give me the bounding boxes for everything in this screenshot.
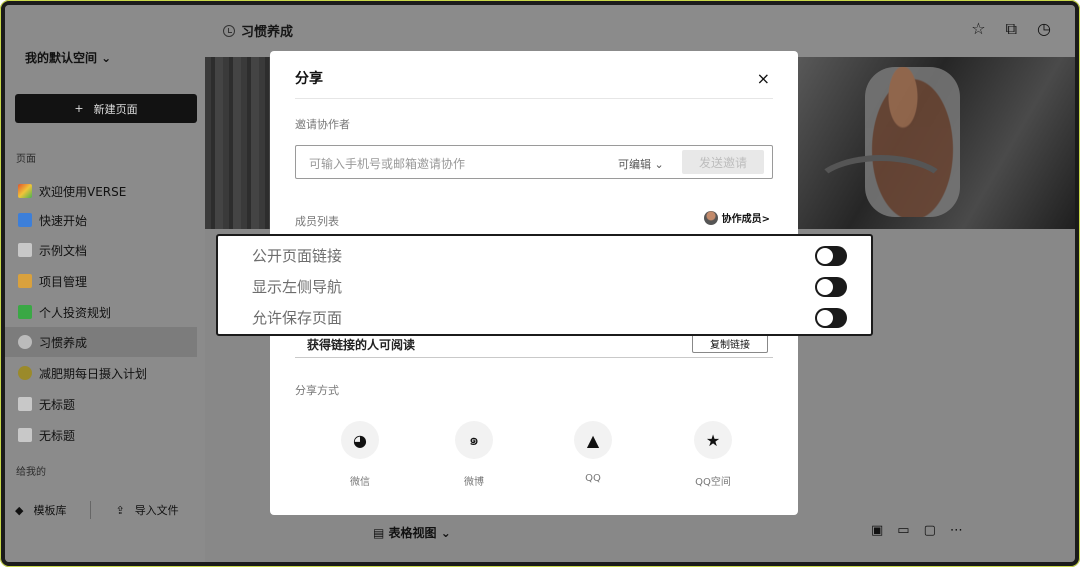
qzone-star-icon: ★: [694, 421, 732, 459]
fast-forward-icon: [18, 213, 32, 227]
table-view-selector[interactable]: ▤ 表格视图 ⌄: [373, 524, 451, 541]
document-icon: [18, 428, 32, 442]
sidebar-item-label: 快速开始: [39, 213, 88, 228]
qq-icon: ▲: [574, 421, 612, 459]
allow-save-toggle[interactable]: [815, 308, 847, 328]
show-nav-toggle[interactable]: [815, 277, 847, 297]
page-title: 习惯养成: [241, 25, 294, 40]
breadcrumb: 习惯养成: [223, 21, 293, 40]
pages-section-label: 页面: [16, 154, 36, 165]
comment-icon[interactable]: ▢: [924, 523, 936, 538]
invite-label: 邀请协作者: [295, 118, 350, 131]
sidebar-footer: ◆ 模板库 ⇪ 导入文件: [15, 501, 179, 519]
clock-icon: [18, 335, 32, 349]
copy-link-button[interactable]: 复制链接: [692, 333, 768, 353]
new-page-label: 新建页面: [93, 102, 138, 116]
share-label: QQ空间: [695, 477, 731, 488]
weibo-icon: ๑: [455, 421, 493, 459]
chart-icon: [18, 305, 32, 319]
allow-save-label: 允许保存页面: [252, 309, 343, 327]
sidebar-item-untitled-1[interactable]: 无标题: [5, 389, 197, 419]
shared-section-label: 给我的: [16, 467, 46, 478]
sidebar-item-investment[interactable]: 个人投资规划: [5, 297, 197, 327]
sidebar-item-welcome[interactable]: 欢迎使用VERSE: [5, 176, 197, 206]
plus-icon: +: [74, 102, 84, 115]
share-weibo[interactable]: ๑ 微博: [434, 421, 514, 488]
more-icon[interactable]: ⋯: [950, 523, 963, 538]
sidebar-item-label: 无标题: [39, 428, 76, 443]
share-wechat[interactable]: ◕ 微信: [320, 421, 400, 488]
open-external-icon[interactable]: ⧉: [1006, 19, 1017, 39]
workspace-switcher[interactable]: 我的默认空间 ⌄: [25, 49, 111, 66]
member-list-label: 成员列表: [295, 215, 339, 228]
sidebar-item-label: 习惯养成: [39, 335, 88, 350]
sidebar-item-untitled-2[interactable]: 无标题: [5, 420, 197, 450]
share-methods-label: 分享方式: [295, 384, 339, 397]
food-icon: [18, 366, 32, 380]
battle-rope: [810, 155, 952, 227]
collaborators-link[interactable]: 协作成员>: [703, 210, 770, 225]
clock-check-icon[interactable]: ◷: [1037, 19, 1051, 39]
share-label: QQ: [585, 473, 601, 484]
close-icon[interactable]: ×: [757, 69, 770, 88]
import-file-button[interactable]: 导入文件: [135, 502, 179, 518]
permission-dropdown[interactable]: 可编辑 ⌄: [618, 156, 664, 172]
share-label: 微博: [464, 477, 484, 488]
sidebar-item-example-doc[interactable]: 示例文档: [5, 235, 197, 265]
sidebar-item-label: 减肥期每日摄入计划: [39, 366, 148, 381]
sidebar-item-label: 无标题: [39, 397, 76, 412]
document-icon: [18, 397, 32, 411]
layout-icon[interactable]: ▭: [897, 523, 909, 538]
app-window: 我的默认空间 ⌄ + 新建页面 页面 欢迎使用VERSE 快速开始 示例文档 项…: [0, 0, 1080, 567]
table-view-label: 表格视图 ⌄: [388, 526, 451, 540]
table-icon: ▤: [373, 526, 385, 540]
sidebar-item-project[interactable]: 项目管理: [5, 266, 197, 296]
link-settings-panel: 公开页面链接 显示左侧导航 允许保存页面: [216, 234, 873, 336]
document-icon: [18, 243, 32, 257]
wechat-icon: ◕: [341, 421, 379, 459]
public-link-label: 公开页面链接: [252, 247, 343, 265]
template-library-button[interactable]: 模板库: [33, 502, 66, 518]
rainbow-icon: [18, 184, 32, 198]
divider: [295, 98, 773, 99]
link-permission-text: 获得链接的人可阅读: [307, 338, 416, 352]
invite-field[interactable]: 可输入手机号或邮箱邀请协作 可编辑 ⌄ 发送邀请: [295, 145, 773, 179]
sidebar-item-label: 个人投资规划: [39, 305, 112, 320]
sidebar-item-quickstart[interactable]: 快速开始: [5, 205, 197, 235]
topbar: 习惯养成 ☆ ⧉ ◷: [205, 5, 1075, 57]
invite-placeholder: 可输入手机号或邮箱邀请协作: [309, 157, 466, 171]
sidebar-item-diet[interactable]: 减肥期每日摄入计划: [5, 358, 197, 388]
share-qq[interactable]: ▲ QQ: [553, 421, 633, 484]
sidebar: 我的默认空间 ⌄ + 新建页面 页面 欢迎使用VERSE 快速开始 示例文档 项…: [5, 5, 205, 562]
view-actions: ▣ ▭ ▢ ⋯: [871, 523, 963, 538]
sidebar-item-label: 示例文档: [39, 243, 88, 258]
send-invite-button[interactable]: 发送邀请: [682, 150, 764, 174]
folder-icon: [18, 274, 32, 288]
clock-icon: [223, 24, 235, 37]
sidebar-item-label: 欢迎使用VERSE: [39, 184, 127, 199]
sidebar-item-habit[interactable]: 习惯养成: [5, 327, 197, 357]
public-link-toggle[interactable]: [815, 246, 847, 266]
import-icon: ⇪: [115, 503, 125, 517]
template-icon: ◆: [15, 503, 24, 517]
share-label: 微信: [350, 477, 370, 488]
topbar-actions: ☆ ⧉ ◷: [971, 19, 1051, 39]
share-qzone[interactable]: ★ QQ空间: [673, 421, 753, 488]
star-icon[interactable]: ☆: [971, 19, 985, 39]
new-page-button[interactable]: + 新建页面: [15, 94, 197, 123]
dialog-title: 分享: [295, 71, 323, 87]
sidebar-item-label: 项目管理: [39, 274, 88, 289]
divider: [90, 501, 92, 519]
filter-icon[interactable]: ▣: [871, 523, 883, 538]
avatar: [703, 210, 718, 225]
show-nav-label: 显示左侧导航: [252, 278, 343, 296]
collaborators-label: 协作成员>: [721, 214, 770, 225]
